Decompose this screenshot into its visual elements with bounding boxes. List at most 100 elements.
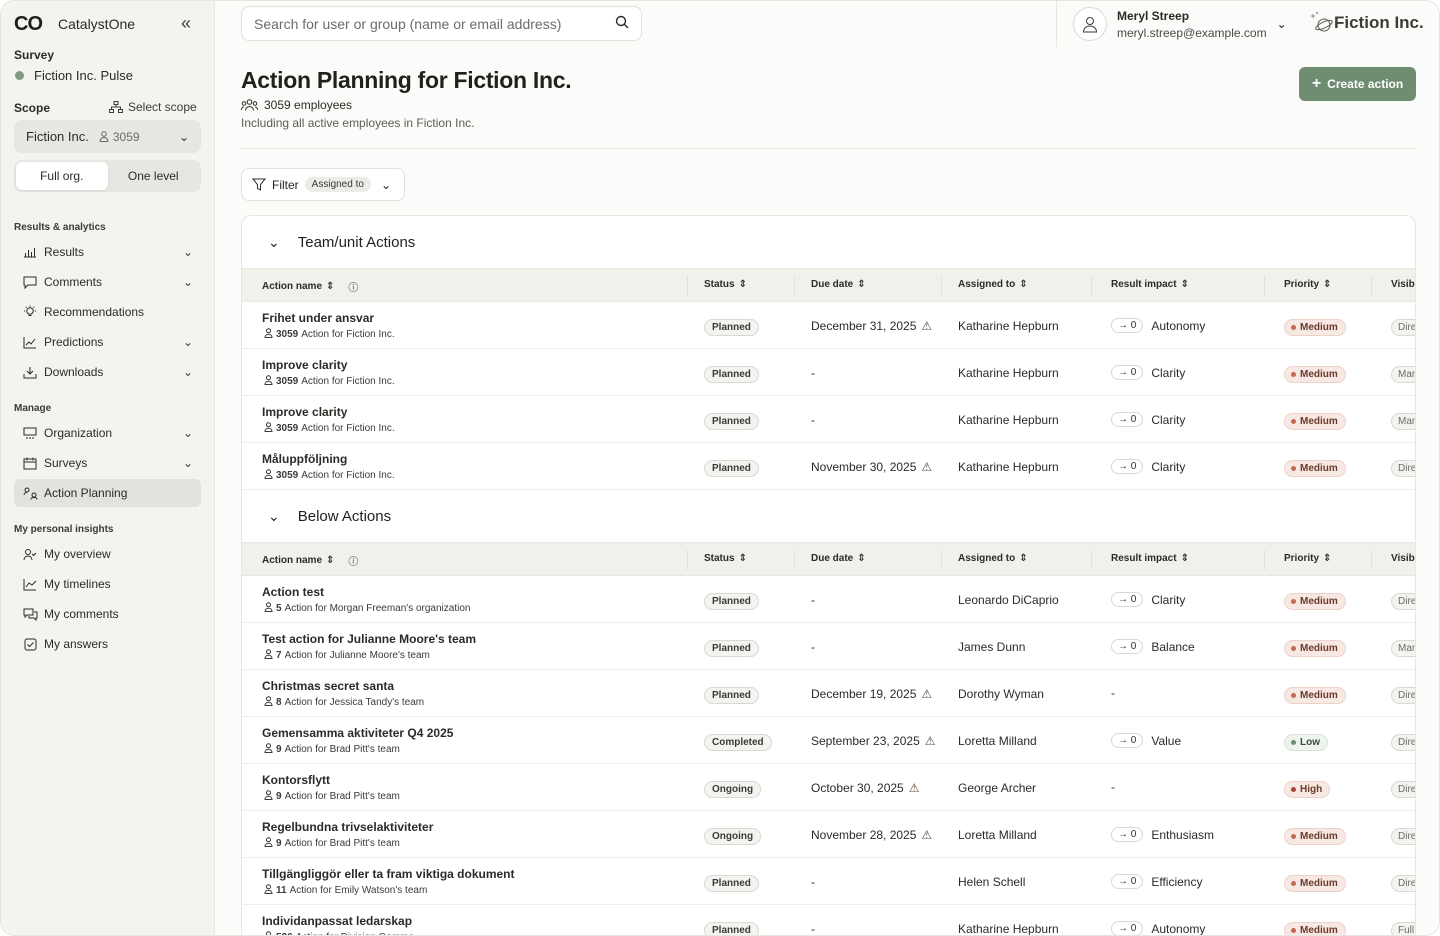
column-header[interactable]: Action name ⇕ ⓘ [262,553,358,568]
result-impact: → 0 Autonomy [1111,921,1205,935]
info-icon: ⓘ [348,557,359,568]
user-menu[interactable]: Meryl Streep meryl.streep@example.com ⌄ [1073,7,1287,41]
priority-label: Medium [1300,416,1338,427]
table-row[interactable]: Regelbundna trivselaktiviteter 9 Action fo… [242,811,1415,858]
filter-tag[interactable]: Assigned to [304,177,371,192]
priority-badge: High [1284,781,1331,798]
column-header[interactable]: Visib [1391,279,1415,290]
column-header[interactable]: Priority ⇕ [1284,553,1331,564]
column-header[interactable]: Assigned to ⇕ [958,279,1028,290]
priority-dot-icon [1291,466,1296,471]
chevron-down-icon: ⌄ [1276,17,1287,31]
column-header[interactable]: Action name ⇕ ⓘ [262,279,358,294]
table-row[interactable]: Tillgängliggör eller ta fram viktiga dok… [242,858,1415,905]
filter-button[interactable]: Filter Assigned to ⌄ [241,168,405,201]
action-name[interactable]: Gemensamma aktiviteter Q4 2025 [262,726,453,740]
survey-selector[interactable]: Fiction Inc. Pulse [15,68,133,83]
person-icon [99,131,109,142]
due-date-text: - [811,922,815,936]
sort-icon: ⇕ [1323,279,1332,290]
action-name[interactable]: Individanpassat ledarskap [262,914,412,928]
table-row[interactable]: Måluppföljning 3059 Action for Fiction Inc… [242,443,1415,490]
brand[interactable]: CO CatalystOne [14,12,135,36]
action-name[interactable]: Frihet under ansvar [262,311,374,325]
action-subtitle: 3059 Action for Fiction Inc. [264,375,395,388]
sidebar-item-my-overview[interactable]: My overview [14,540,201,568]
action-name[interactable]: Improve clarity [262,405,347,419]
timeline-icon [22,576,38,592]
column-header[interactable]: Status ⇕ [704,279,747,290]
result-impact: → 0 Autonomy [1111,318,1205,333]
sidebar-item-downloads[interactable]: Downloads ⌄ [14,358,201,386]
column-header[interactable]: Result impact ⇕ [1111,553,1189,564]
column-header[interactable]: Result impact ⇕ [1111,279,1189,290]
search-icon[interactable] [615,15,629,32]
sort-icon: ⇕ [738,553,747,564]
person-icon [264,790,273,803]
group-header[interactable]: ⌄ Team/unit Actions [242,216,1415,268]
action-name[interactable]: Action test [262,585,324,599]
chart-icon [22,244,38,260]
column-header[interactable]: Status ⇕ [704,553,747,564]
toggle-one-level[interactable]: One level [108,162,200,190]
sidebar-item-recommendations[interactable]: Recommendations [14,298,201,326]
column-header[interactable]: Visib [1391,553,1415,564]
assigned-to: Helen Schell [958,875,1026,889]
column-header[interactable]: Assigned to ⇕ [958,553,1028,564]
table-row[interactable]: Frihet under ansvar 3059 Action for Fictio… [242,302,1415,349]
sidebar-item-comments[interactable]: Comments ⌄ [14,268,201,296]
table-row[interactable]: Kontorsflytt 9 Action for Brad Pitt's team… [242,764,1415,811]
column-header[interactable]: Due date ⇕ [811,279,866,290]
sidebar-item-my-timelines[interactable]: My timelines [14,570,201,598]
table-row[interactable]: Action test 5 Action for Morgan Freeman's … [242,576,1415,623]
create-action-button[interactable]: + Create action [1299,67,1416,101]
action-name[interactable]: Tillgängliggör eller ta fram viktiga dok… [262,867,515,881]
column-header[interactable]: Priority ⇕ [1284,279,1331,290]
scope-dropdown[interactable]: Fiction Inc. 3059 ⌄ [14,120,201,153]
table-row[interactable]: Christmas secret santa 8 Action for Jessic… [242,670,1415,717]
group-header[interactable]: ⌄ Below Actions [242,490,1415,542]
table-row[interactable]: Gemensamma aktiviteter Q4 2025 9 Action fo… [242,717,1415,764]
checkbox-icon [22,636,38,652]
action-name[interactable]: Christmas secret santa [262,679,394,693]
column-divider [941,276,942,296]
plus-icon: + [1311,75,1322,92]
person-icon [264,469,273,482]
chevron-down-icon[interactable]: ⌄ [268,234,280,251]
toggle-full-org[interactable]: Full org. [16,162,108,190]
collapse-sidebar-icon[interactable]: « [181,14,191,32]
search-input[interactable]: Search for user or group (name or email … [241,6,642,41]
action-name[interactable]: Kontorsflytt [262,773,330,787]
chevron-down-icon[interactable]: ⌄ [268,508,280,525]
action-name[interactable]: Måluppföljning [262,452,347,466]
column-divider [1371,550,1372,570]
select-scope-button[interactable]: Select scope [109,100,197,114]
table-row[interactable]: Improve clarity 3059 Action for Fiction In… [242,396,1415,443]
column-header-label: Assigned to [958,553,1016,564]
sidebar-item-action-planning[interactable]: Action Planning [14,479,201,507]
action-name[interactable]: Improve clarity [262,358,347,372]
action-name[interactable]: Regelbundna trivselaktiviteter [262,820,433,834]
action-count: 3059 [276,329,299,340]
sidebar-item-predictions[interactable]: Predictions ⌄ [14,328,201,356]
results-section-label: Results & analytics [14,222,106,233]
column-header[interactable]: Due date ⇕ [811,553,866,564]
table-row[interactable]: Individanpassat ledarskap 526Action for D… [242,905,1415,936]
action-count: 3059 [276,470,299,481]
table-header: Action name ⇕ ⓘ Status ⇕ Due date ⇕ Assigned to… [242,268,1415,302]
sidebar-item-my-answers[interactable]: My answers [14,630,201,658]
action-count: 5 [276,603,282,614]
sidebar-item-organization[interactable]: Organization ⌄ [14,419,201,447]
action-name[interactable]: Test action for Julianne Moore's team [262,632,476,646]
sort-icon: ⇕ [326,555,335,566]
table-row[interactable]: Test action for Julianne Moore's team 7 Ac… [242,623,1415,670]
sidebar-item-surveys[interactable]: Surveys ⌄ [14,449,201,477]
visibility-badge: Direct [1391,734,1415,751]
table-row[interactable]: Improve clarity 3059 Action for Fiction In… [242,349,1415,396]
sidebar-item-results[interactable]: Results ⌄ [14,238,201,266]
due-date-text: - [811,640,815,654]
brand-name: CatalystOne [58,16,136,32]
column-header-label: Action name [262,281,323,292]
status-badge: Planned [704,413,759,430]
sidebar-item-my-comments[interactable]: My comments [14,600,201,628]
